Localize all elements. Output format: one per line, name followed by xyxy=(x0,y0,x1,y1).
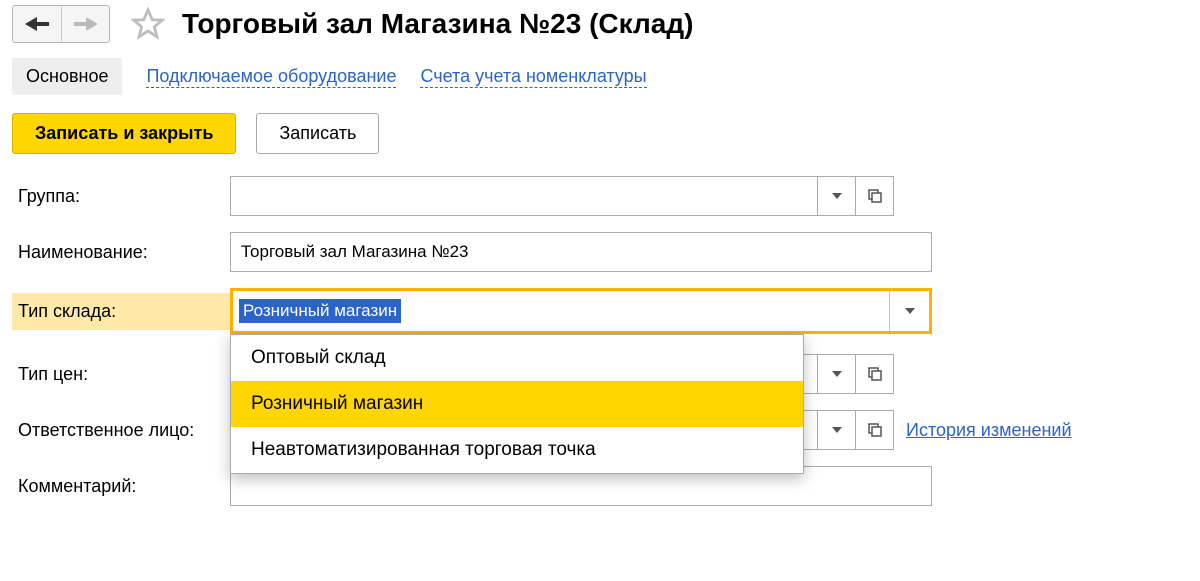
type-dropdown-button[interactable] xyxy=(889,291,929,331)
arrow-stem-icon xyxy=(37,22,49,26)
responsible-open-button[interactable] xyxy=(856,410,894,450)
type-option-retail[interactable]: Розничный магазин xyxy=(231,381,803,427)
subnav-tab-main[interactable]: Основное xyxy=(12,58,122,95)
history-link[interactable]: История изменений xyxy=(906,420,1072,441)
type-option-nonauto[interactable]: Неавтоматизированная торговая точка xyxy=(231,427,803,473)
arrow-left-icon xyxy=(25,17,37,31)
open-external-icon xyxy=(867,366,883,382)
arrow-stem-icon xyxy=(74,22,86,26)
toolbar: Записать и закрыть Записать xyxy=(12,113,1188,154)
back-button[interactable] xyxy=(13,6,61,42)
label-comment: Комментарий: xyxy=(12,468,230,505)
nav-buttons xyxy=(12,5,110,43)
caret-down-icon xyxy=(832,371,842,377)
type-option-wholesale[interactable]: Оптовый склад xyxy=(231,335,803,381)
page-title: Торговый зал Магазина №23 (Склад) xyxy=(182,8,693,40)
row-name: Наименование: xyxy=(12,232,1188,272)
row-group: Группа: xyxy=(12,176,1188,216)
label-group: Группа: xyxy=(12,178,230,215)
subnav: Основное Подключаемое оборудование Счета… xyxy=(12,58,1188,95)
price-type-open-button[interactable] xyxy=(856,354,894,394)
header: Торговый зал Магазина №23 (Склад) xyxy=(12,4,1188,44)
label-price-type: Тип цен: xyxy=(12,356,230,393)
save-button[interactable]: Записать xyxy=(256,113,379,154)
save-and-close-button[interactable]: Записать и закрыть xyxy=(12,113,236,154)
name-input[interactable] xyxy=(230,232,932,272)
group-open-button[interactable] xyxy=(856,176,894,216)
label-responsible: Ответственное лицо: xyxy=(12,412,230,449)
responsible-dropdown-button[interactable] xyxy=(818,410,856,450)
type-select[interactable]: Розничный магазин xyxy=(230,288,932,334)
caret-down-icon xyxy=(832,427,842,433)
arrow-right-icon xyxy=(86,17,98,31)
label-type: Тип склада: xyxy=(12,293,230,330)
subnav-link-accounts[interactable]: Счета учета номенклатуры xyxy=(420,66,646,88)
label-name: Наименование: xyxy=(12,234,230,271)
open-external-icon xyxy=(867,422,883,438)
favorite-star-button[interactable] xyxy=(128,4,168,44)
star-icon xyxy=(131,7,165,41)
subnav-link-equipment[interactable]: Подключаемое оборудование xyxy=(146,66,396,88)
price-type-dropdown-button[interactable] xyxy=(818,354,856,394)
group-dropdown-button[interactable] xyxy=(818,176,856,216)
type-selected-value: Розничный магазин xyxy=(239,299,401,323)
row-type: Тип склада: Розничный магазин Оптовый ск… xyxy=(12,288,1188,334)
forward-button[interactable] xyxy=(61,6,109,42)
group-input[interactable] xyxy=(230,176,818,216)
type-dropdown-list: Оптовый склад Розничный магазин Неавтома… xyxy=(230,334,804,474)
caret-down-icon xyxy=(905,308,915,314)
open-external-icon xyxy=(867,188,883,204)
caret-down-icon xyxy=(832,193,842,199)
